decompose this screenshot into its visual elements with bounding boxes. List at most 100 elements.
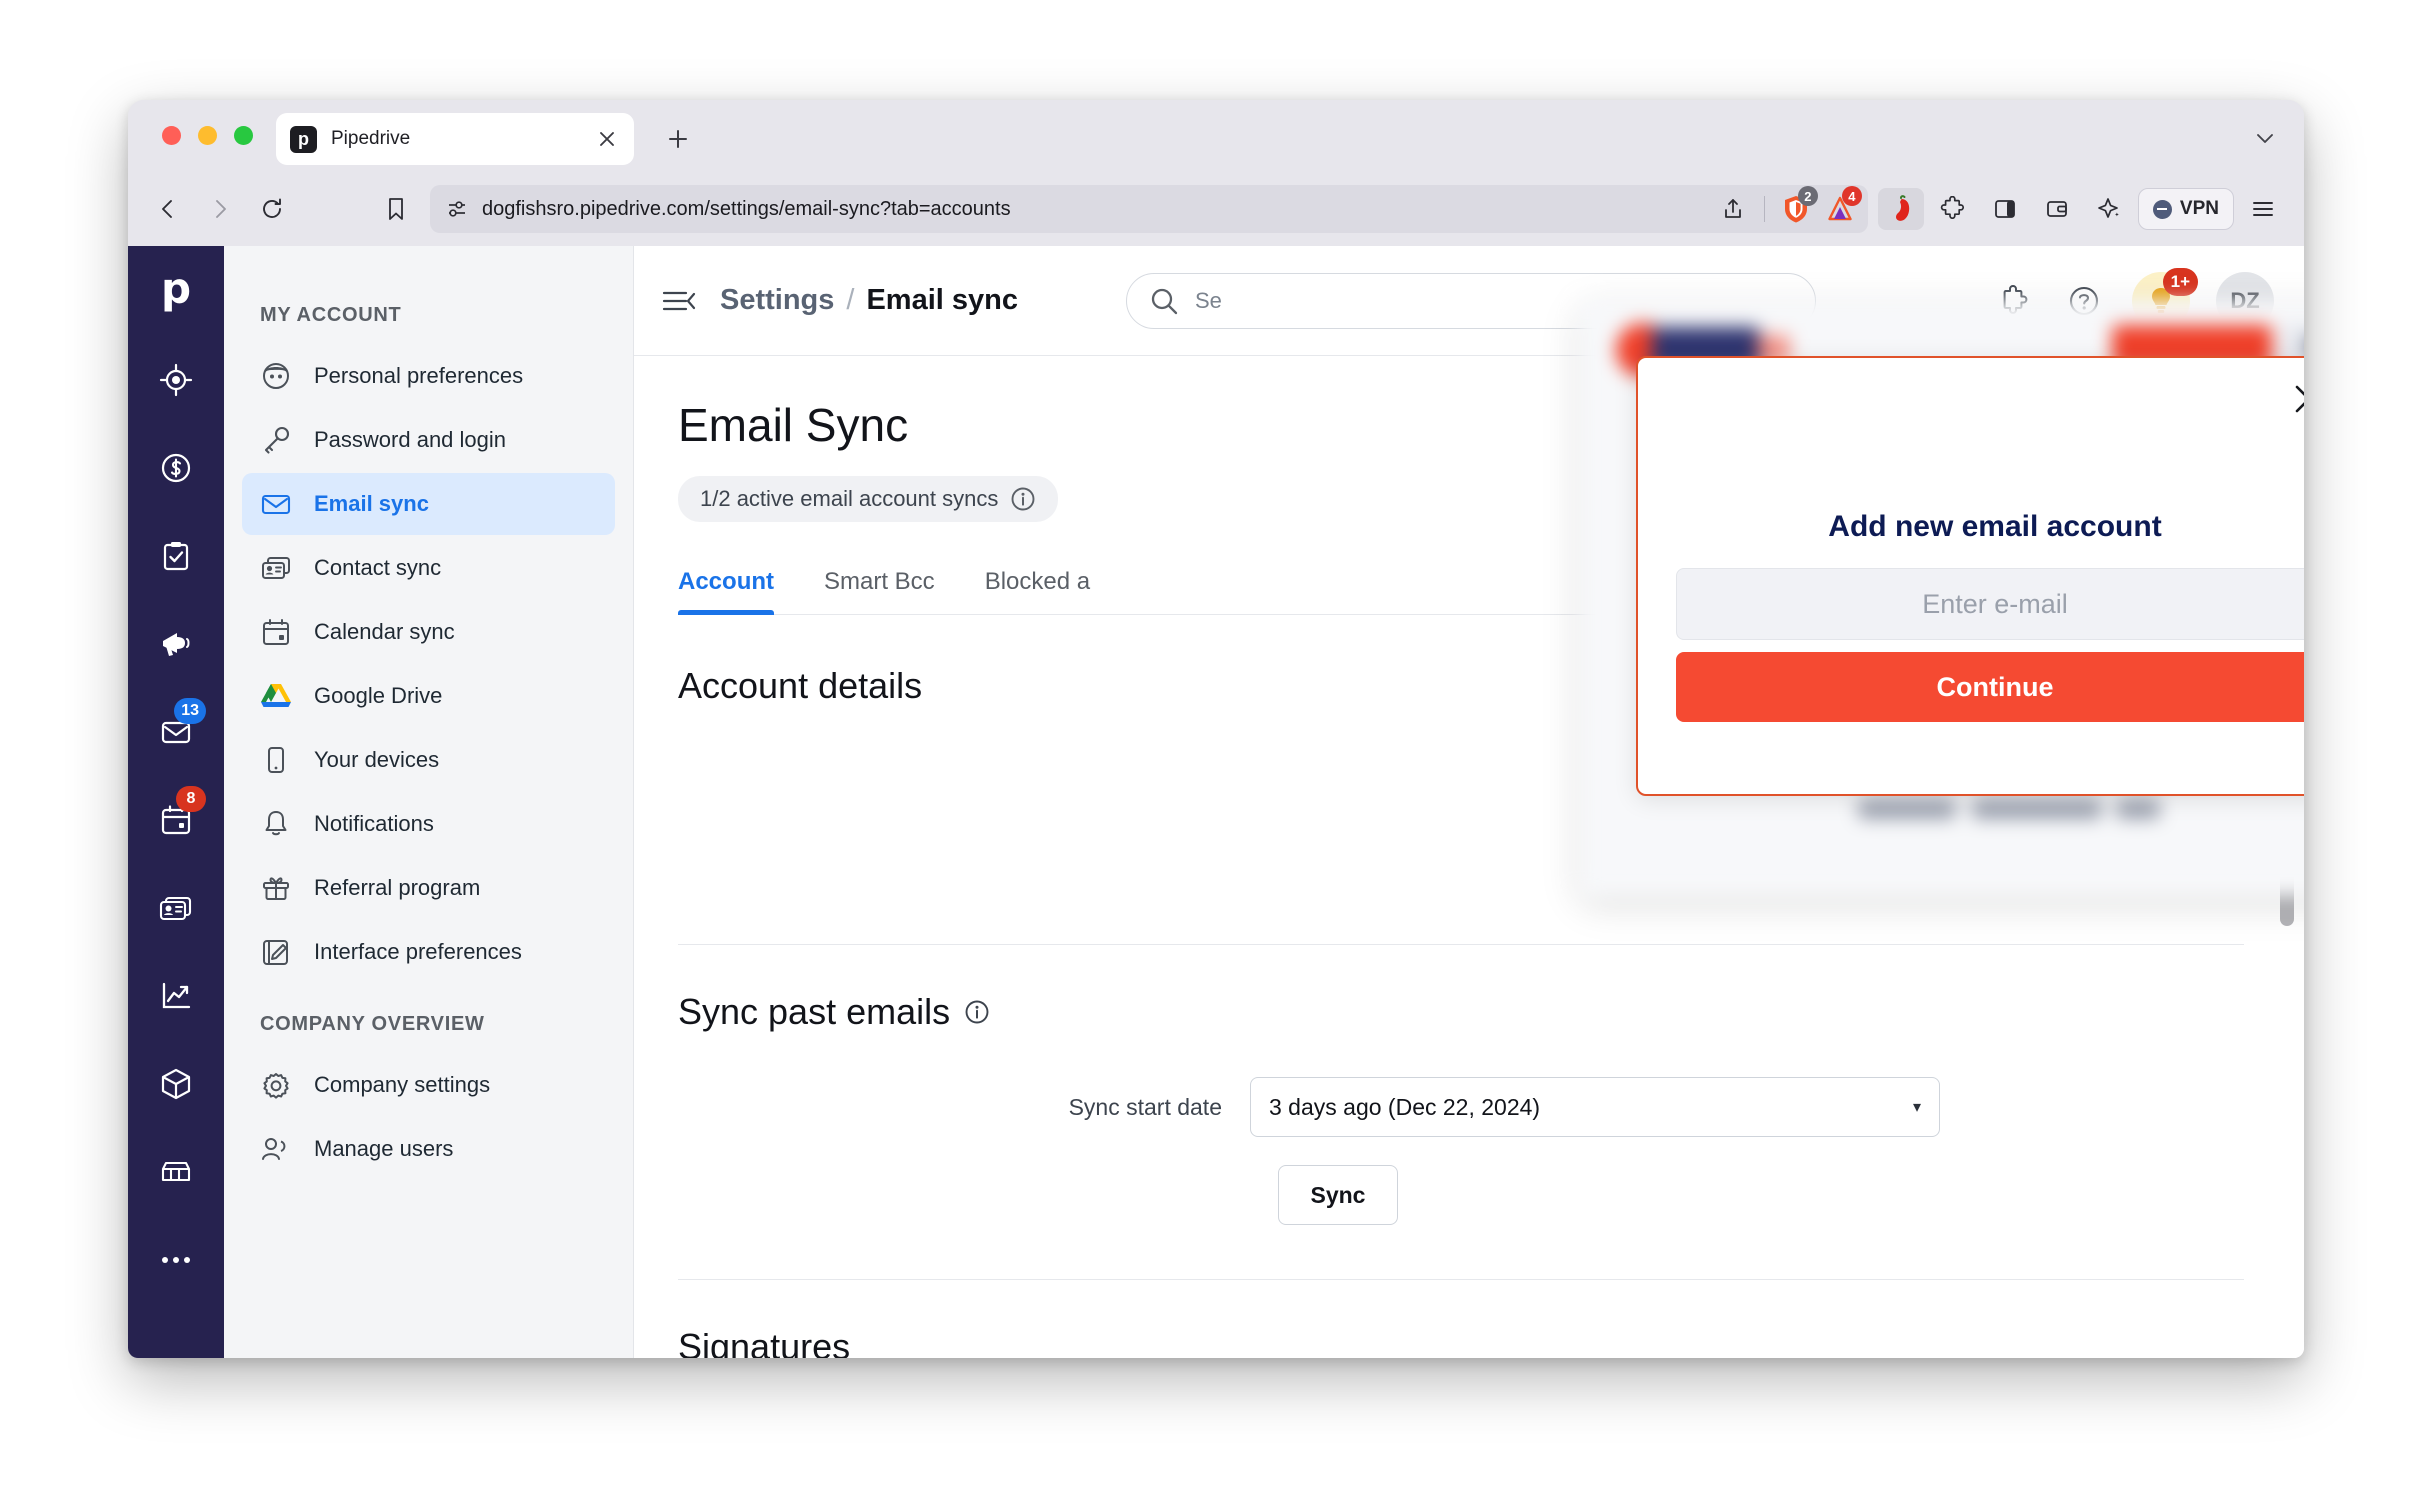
page-viewport: p 13 8 MY ACCOUNT Personal preferences P… xyxy=(128,246,2304,1358)
tips-badge: 1+ xyxy=(2162,267,2198,296)
sidebar-section-my-account: MY ACCOUNT xyxy=(260,304,402,326)
rail-item-deals[interactable] xyxy=(140,432,212,504)
brave-rewards-icon[interactable]: 4 xyxy=(1822,186,1862,227)
sidebar-item-google-drive[interactable]: Google Drive xyxy=(242,665,615,727)
sidebar-item-email-sync[interactable]: Email sync xyxy=(242,473,615,535)
rail-item-more[interactable] xyxy=(140,1224,212,1296)
google-drive-icon xyxy=(260,681,302,711)
add-email-account-modal: Add new email account Continue xyxy=(1636,356,2304,796)
new-tab-button[interactable] xyxy=(661,122,695,156)
site-settings-icon[interactable] xyxy=(446,198,468,220)
brave-shields-icon[interactable]: 2 xyxy=(1778,186,1818,227)
rail-item-campaigns[interactable] xyxy=(140,608,212,680)
pipedrive-favicon: p xyxy=(290,125,317,153)
sidebar-item-password-and-login[interactable]: Password and login xyxy=(242,409,615,471)
sidebar-item-label: Company settings xyxy=(314,1072,491,1097)
rail-item-insights[interactable] xyxy=(140,960,212,1032)
breadcrumb-settings[interactable]: Settings xyxy=(720,284,834,317)
breadcrumb: Settings / Email sync xyxy=(720,284,1018,317)
calendar-badge: 8 xyxy=(176,786,206,812)
sidebar-item-label: Google Drive xyxy=(314,683,443,708)
signatures-heading: Signatures xyxy=(678,1326,851,1358)
modal-title: Add new email account xyxy=(1828,510,2162,543)
continue-button[interactable]: Continue xyxy=(1676,652,2304,722)
leo-ai-sparkle-icon[interactable] xyxy=(2086,188,2132,230)
info-icon[interactable] xyxy=(964,999,990,1025)
rail-item-contacts[interactable] xyxy=(140,872,212,944)
tab-account[interactable]: Account xyxy=(678,568,774,615)
sync-past-emails-title: Sync past emails xyxy=(678,991,951,1032)
address-bar-actions: 2 4 xyxy=(1715,185,1862,233)
browser-tab-title: Pipedrive xyxy=(331,128,411,149)
sidebar-item-contact-sync[interactable]: Contact sync xyxy=(242,537,615,599)
calendar-icon xyxy=(260,616,302,648)
signatures-section: Signatures xyxy=(678,1280,2244,1358)
page-title: Email sync xyxy=(866,284,1018,316)
pipedrive-logo-icon[interactable]: p xyxy=(161,268,191,310)
vpn-status-icon xyxy=(2152,199,2172,219)
sidebar-item-label: Contact sync xyxy=(314,555,442,580)
window-traffic-lights xyxy=(162,126,253,145)
extensions-puzzle-icon[interactable] xyxy=(1930,188,1976,230)
chili-extension-icon[interactable] xyxy=(1877,188,1924,230)
sidebar-item-referral-program[interactable]: Referral program xyxy=(242,857,615,919)
gear-icon xyxy=(260,1069,302,1101)
rail-item-products[interactable] xyxy=(140,1048,212,1120)
maximize-window-button[interactable] xyxy=(234,126,253,145)
sync-button[interactable]: Sync xyxy=(1278,1165,1398,1225)
email-field[interactable] xyxy=(1676,568,2304,640)
sidebar-item-label: Email sync xyxy=(314,491,429,516)
rail-item-marketplace[interactable] xyxy=(140,1136,212,1208)
sidebar-item-personal-preferences[interactable]: Personal preferences xyxy=(242,345,615,407)
chevron-down-icon: ▾ xyxy=(1912,1099,1921,1116)
forward-icon[interactable] xyxy=(198,187,242,231)
back-icon[interactable] xyxy=(146,187,190,231)
wallet-icon[interactable] xyxy=(2034,188,2080,230)
settings-sidebar: MY ACCOUNT Personal preferences Password… xyxy=(224,246,634,1358)
sidebar-item-label: Interface preferences xyxy=(314,939,522,964)
tab-blocked-addresses[interactable]: Blocked a xyxy=(985,568,1090,614)
rail-item-leads[interactable] xyxy=(140,344,212,416)
sidebar-item-manage-users[interactable]: Manage users xyxy=(242,1118,615,1180)
close-icon[interactable] xyxy=(2288,378,2304,420)
modal-body: Add new email account Continue xyxy=(1676,510,2304,722)
tab-smart-bcc[interactable]: Smart Bcc xyxy=(824,568,935,614)
sidebar-toggle-icon[interactable] xyxy=(1982,188,2028,230)
active-syncs-badge: 1/2 active email account syncs xyxy=(678,476,1059,522)
share-icon[interactable] xyxy=(1715,191,1751,227)
chevron-down-icon[interactable] xyxy=(2252,125,2278,151)
sidebar-item-notifications[interactable]: Notifications xyxy=(242,793,615,855)
sync-start-date-value: 3 days ago (Dec 22, 2024) xyxy=(1269,1093,1541,1120)
url-text: dogfishsro.pipedrive.com/settings/email-… xyxy=(482,197,1011,220)
sidebar-item-interface-preferences[interactable]: Interface preferences xyxy=(242,921,615,983)
close-window-button[interactable] xyxy=(162,126,181,145)
close-icon[interactable] xyxy=(594,126,620,152)
sync-past-emails-heading: Sync past emails xyxy=(678,991,2244,1033)
sidebar-item-your-devices[interactable]: Your devices xyxy=(242,729,615,791)
key-icon xyxy=(260,424,302,456)
reload-icon[interactable] xyxy=(250,187,294,231)
breadcrumb-separator: / xyxy=(846,284,855,316)
sidebar-item-calendar-sync[interactable]: Calendar sync xyxy=(242,601,615,663)
info-icon[interactable] xyxy=(1010,486,1036,512)
rail-item-mail[interactable]: 13 xyxy=(140,696,212,768)
minimize-window-button[interactable] xyxy=(198,126,217,145)
browser-tab[interactable]: p Pipedrive xyxy=(276,113,634,165)
rail-item-activities[interactable] xyxy=(140,520,212,592)
sidebar-item-label: Referral program xyxy=(314,875,481,900)
brave-rewards-badge: 4 xyxy=(1841,186,1862,206)
bookmark-icon[interactable] xyxy=(374,187,418,231)
bell-icon xyxy=(260,808,302,840)
sync-start-date-select[interactable]: 3 days ago (Dec 22, 2024) ▾ xyxy=(1250,1077,1940,1137)
sidebar-item-label: Password and login xyxy=(314,427,507,452)
collapse-sidebar-icon[interactable] xyxy=(662,288,702,314)
active-syncs-text: 1/2 active email account syncs xyxy=(700,486,999,511)
vpn-button[interactable]: VPN xyxy=(2137,188,2234,230)
sync-start-date-label: Sync start date xyxy=(1068,1093,1222,1120)
mail-badge: 13 xyxy=(174,698,206,724)
hamburger-menu-icon[interactable] xyxy=(2240,188,2286,230)
sidebar-item-label: Calendar sync xyxy=(314,619,455,644)
rail-item-calendar[interactable]: 8 xyxy=(140,784,212,856)
address-bar[interactable]: dogfishsro.pipedrive.com/settings/email-… xyxy=(430,185,1868,233)
sidebar-item-company-settings[interactable]: Company settings xyxy=(242,1054,615,1116)
